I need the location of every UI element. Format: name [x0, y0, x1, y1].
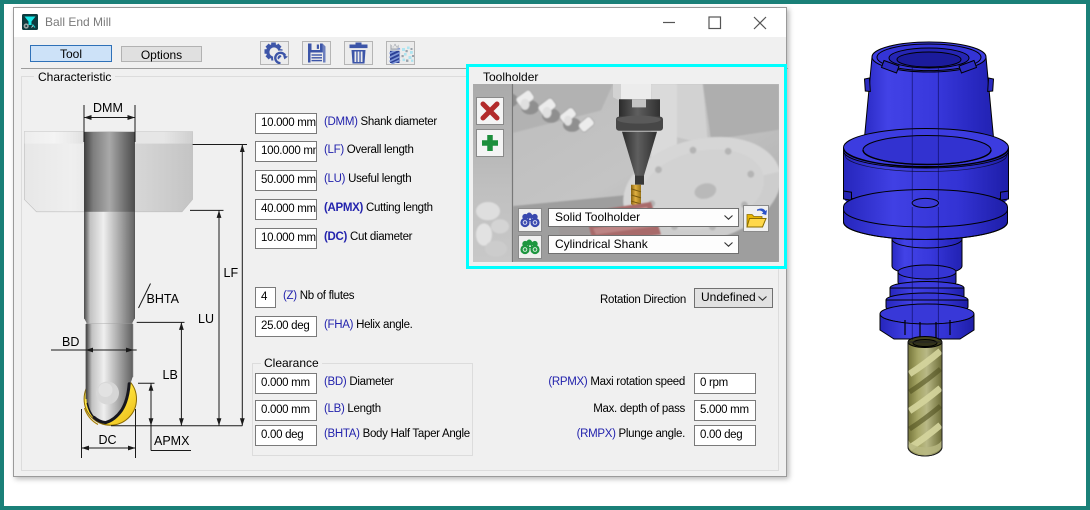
svg-text:APMX: APMX	[154, 434, 190, 448]
svg-text:BHTA: BHTA	[147, 292, 180, 306]
svg-text:LB: LB	[163, 368, 178, 382]
svg-text:DC: DC	[99, 433, 117, 447]
svg-text:DMM: DMM	[93, 101, 123, 115]
svg-text:LU: LU	[198, 312, 214, 326]
svg-text:LF: LF	[224, 266, 239, 280]
svg-text:BD: BD	[62, 335, 79, 349]
